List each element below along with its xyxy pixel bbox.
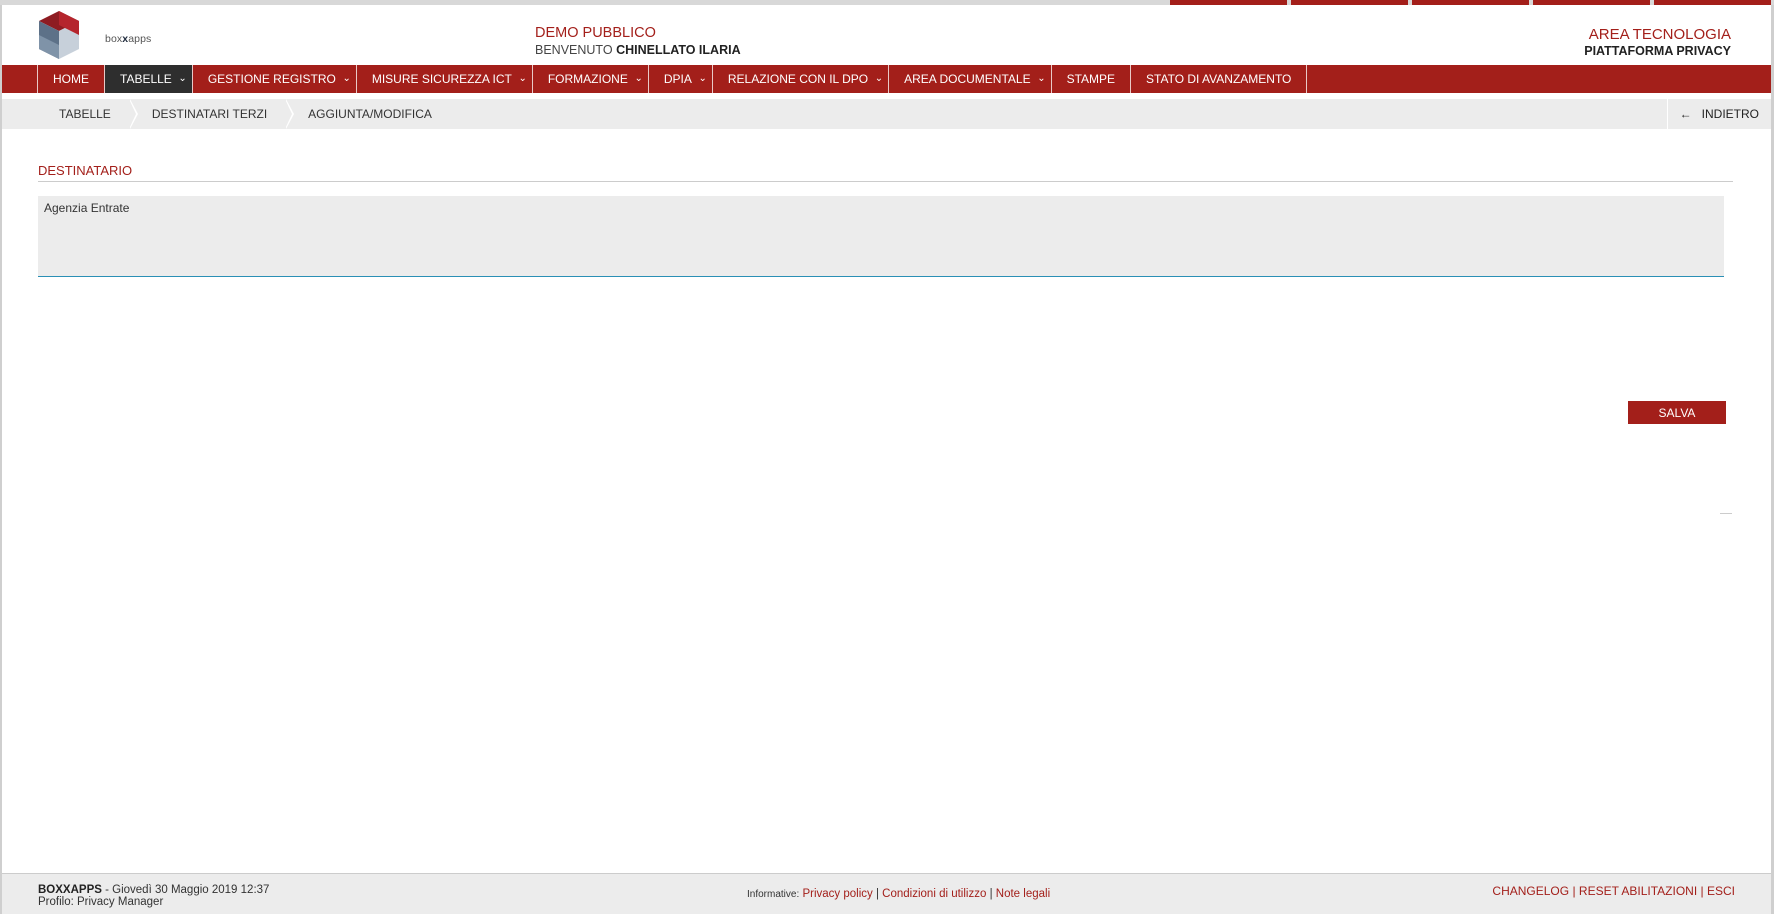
nav-gestione-registro[interactable]: GESTIONE REGISTRO ⌄ — [193, 65, 357, 93]
legal-notes-link[interactable]: Note legali — [996, 888, 1050, 900]
footer-info: BOXXAPPS - Giovedì 30 Maggio 2019 12:37 … — [38, 884, 269, 908]
breadcrumb-item-current: AGGIUNTA/MODIFICA — [286, 99, 451, 129]
nav-tabelle[interactable]: TABELLE ⌄ — [105, 65, 193, 93]
section-divider — [38, 181, 1733, 182]
back-label: INDIETRO — [1701, 107, 1759, 121]
nav-label: FORMAZIONE — [547, 72, 628, 86]
nav-relazione-dpo[interactable]: RELAZIONE CON IL DPO ⌄ — [713, 65, 890, 93]
main-navbar: HOME TABELLE ⌄ GESTIONE REGISTRO ⌄ MISURE … — [2, 65, 1771, 93]
platform-title: PIATTAFORMA PRIVACY — [1584, 44, 1731, 58]
nav-label: TABELLE — [120, 72, 172, 86]
nav-label: DPIA — [663, 72, 692, 86]
changelog-link[interactable]: CHANGELOG — [1492, 884, 1569, 898]
nav-area-documentale[interactable]: AREA DOCUMENTALE ⌄ — [889, 65, 1052, 93]
breadcrumb-item-tabelle[interactable]: TABELLE — [37, 99, 138, 129]
destinatario-field[interactable]: Agenzia Entrate — [38, 196, 1724, 277]
nav-stato-avanzamento[interactable]: STATO DI AVANZAMENTO — [1131, 65, 1308, 93]
section-title: DESTINATARIO — [38, 163, 133, 178]
header: boxxapps DEMO PUBBLICO BENVENUTO CHINELL… — [2, 5, 1771, 65]
chevron-down-icon: ⌄ — [874, 73, 884, 84]
footer-date: - Giovedì 30 Maggio 2019 12:37 — [101, 884, 270, 896]
footer-links: Informative: Privacy policy | Condizioni… — [747, 888, 1050, 900]
chevron-down-icon: ⌄ — [634, 73, 643, 84]
chevron-down-icon: ⌄ — [698, 73, 707, 84]
nav-label: HOME — [53, 72, 89, 86]
boxxapps-logo[interactable]: boxxapps — [37, 9, 151, 63]
conditions-link[interactable]: Condizioni di utilizzo — [882, 888, 986, 900]
breadcrumb-separator-inner — [285, 99, 293, 129]
footer-app-name: BOXXAPPS — [38, 884, 102, 896]
window-frame-left — [0, 0, 2, 914]
demo-title: DEMO PUBBLICO — [535, 25, 656, 41]
nav-dpia[interactable]: DPIA ⌄ — [649, 65, 713, 93]
chevron-down-icon: ⌄ — [518, 73, 527, 84]
chevron-down-icon: ⌄ — [178, 73, 187, 84]
nav-formazione[interactable]: FORMAZIONE ⌄ — [533, 65, 649, 93]
footer-date-line: BOXXAPPS - Giovedì 30 Maggio 2019 12:37 — [38, 884, 269, 896]
nav-label: STATO DI AVANZAMENTO — [1146, 72, 1292, 86]
chevron-down-icon: ⌄ — [342, 73, 351, 84]
reset-permissions-link[interactable]: RESET ABILITAZIONI — [1579, 884, 1697, 898]
nav-label: STAMPE — [1066, 72, 1116, 86]
nav-label: RELAZIONE CON IL DPO — [727, 72, 869, 86]
breadcrumb-label: TABELLE — [59, 107, 111, 121]
area-title: AREA TECNOLOGIA — [1588, 26, 1731, 43]
divider — [1720, 513, 1732, 514]
footer-separator: | — [989, 888, 993, 900]
nav-stampe[interactable]: STAMPE — [1052, 65, 1132, 93]
welcome-text: BENVENUTO CHINELLATO ILARIA — [535, 43, 741, 57]
breadcrumb-items: TABELLE DESTINATARI TERZI AGGIUNTA/MODIF… — [37, 99, 451, 129]
breadcrumb-label: AGGIUNTA/MODIFICA — [308, 107, 432, 121]
footer-separator: | — [1572, 884, 1576, 898]
back-button[interactable]: ← INDIETRO — [1666, 99, 1771, 129]
privacy-policy-link[interactable]: Privacy policy — [802, 888, 872, 900]
footer-actions: CHANGELOG | RESET ABILITAZIONI | ESCI — [1492, 884, 1735, 898]
nav-label: MISURE SICUREZZA ICT — [371, 72, 512, 86]
nav-home[interactable]: HOME — [38, 65, 105, 93]
nav-label: AREA DOCUMENTALE — [904, 72, 1031, 86]
breadcrumb: TABELLE DESTINATARI TERZI AGGIUNTA/MODIF… — [2, 99, 1771, 129]
arrow-left-icon: ← — [1679, 107, 1692, 121]
breadcrumb-separator-inner — [128, 99, 136, 129]
breadcrumb-item-destinatari-terzi[interactable]: DESTINATARI TERZI — [130, 99, 295, 129]
logo-text: boxxapps — [105, 33, 152, 45]
nav-label: GESTIONE REGISTRO — [207, 72, 336, 86]
footer-separator: | — [875, 888, 879, 900]
footer-info-prefix: Informative: — [747, 889, 800, 900]
footer-separator: | — [1700, 884, 1704, 898]
user-name: CHINELLATO ILARIA — [616, 43, 741, 57]
breadcrumb-label: DESTINATARI TERZI — [151, 107, 268, 121]
footer: BOXXAPPS - Giovedì 30 Maggio 2019 12:37 … — [2, 873, 1771, 914]
nav-items: HOME TABELLE ⌄ GESTIONE REGISTRO ⌄ MISURE … — [37, 65, 1308, 93]
chevron-down-icon: ⌄ — [1037, 73, 1046, 84]
footer-profile: Profilo: Privacy Manager — [38, 896, 164, 908]
exit-link[interactable]: ESCI — [1707, 884, 1735, 898]
nav-misure-sicurezza-ict[interactable]: MISURE SICUREZZA ICT ⌄ — [357, 65, 533, 93]
save-button[interactable]: SALVA — [1628, 401, 1726, 424]
